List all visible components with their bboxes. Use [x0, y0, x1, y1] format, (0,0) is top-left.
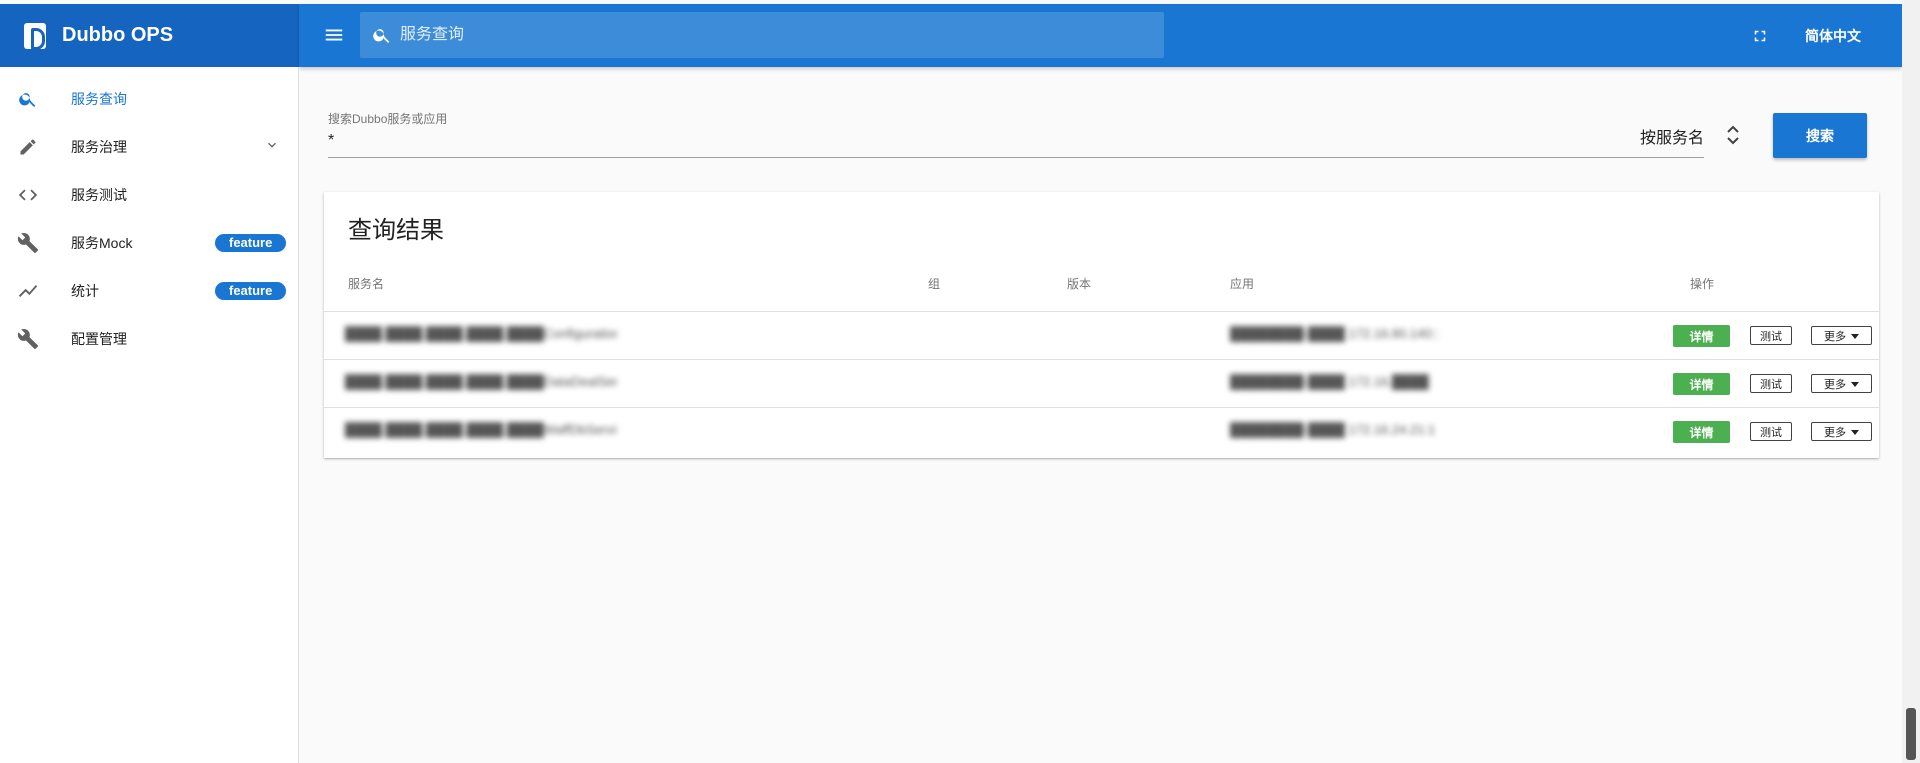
- language-button[interactable]: 简体中文: [1805, 26, 1861, 46]
- feature-badge: feature: [215, 282, 287, 300]
- sidebar-item-config-management[interactable]: 配置管理: [0, 315, 299, 363]
- results-card: 查询结果 服务名 组 版本 应用 操作 ████.████.████.████.…: [324, 192, 1879, 458]
- column-header-version[interactable]: 版本: [1067, 275, 1091, 292]
- sidebar-item-service-governance[interactable]: 服务治理: [0, 123, 299, 171]
- search-button[interactable]: 搜索: [1773, 113, 1867, 158]
- detail-button[interactable]: 详情: [1673, 373, 1730, 395]
- service-name-cell: ████.████.████.████.████ConfigurationTas…: [345, 326, 617, 341]
- unfold-icon[interactable]: [1726, 123, 1740, 147]
- table-row: ████.████.████.████.████ConfigurationTas…: [324, 312, 1879, 360]
- top-bar: Dubbo OPS 简体中文: [0, 0, 1902, 67]
- sidebar-item-label: 配置管理: [71, 331, 127, 347]
- search-icon: [373, 29, 390, 43]
- caret-down-icon: [1851, 430, 1859, 436]
- app-bar: 简体中文: [299, 4, 1902, 67]
- detail-button[interactable]: 详情: [1673, 421, 1730, 443]
- column-header-service[interactable]: 服务名: [348, 275, 384, 292]
- more-label: 更多: [1824, 330, 1846, 343]
- more-label: 更多: [1824, 378, 1846, 391]
- application-cell[interactable]: ████████-████ 172.16.80.140:1: [1230, 326, 1438, 342]
- column-header-app[interactable]: 应用: [1230, 275, 1254, 292]
- sidebar-item-label: 服务Mock: [71, 235, 133, 251]
- table-row: ████.████.████.████.████WaffDbService ██…: [324, 408, 1879, 456]
- service-name-cell: ████.████.████.████.████WaffDbService: [345, 422, 617, 437]
- application-cell[interactable]: ████████-████ 172.16.████: [1230, 374, 1438, 390]
- caret-down-icon: [1851, 382, 1859, 388]
- sidebar-item-service-test[interactable]: 服务测试: [0, 171, 299, 219]
- service-name-cell: ████.████.████.████.████DataDealService: [345, 374, 617, 389]
- scrollbar-thumb[interactable]: [1906, 708, 1916, 760]
- search-field-label: 搜索Dubbo服务或应用: [328, 112, 448, 126]
- dubbo-logo-icon: [24, 22, 46, 50]
- caret-down-icon: [1851, 334, 1859, 340]
- chevron-down-icon[interactable]: [264, 137, 280, 158]
- header-search[interactable]: [360, 12, 1164, 58]
- pencil-icon: [16, 135, 40, 159]
- column-header-actions: 操作: [1690, 277, 1715, 291]
- more-dropdown-button[interactable]: 更多: [1811, 374, 1872, 393]
- trending-icon: [16, 279, 40, 303]
- more-dropdown-button[interactable]: 更多: [1811, 326, 1872, 345]
- sidebar-item-label: 统计: [71, 283, 99, 299]
- table-row: ████.████.████.████.████DataDealService …: [324, 360, 1879, 408]
- sidebar-item-label: 服务测试: [71, 187, 127, 203]
- test-button[interactable]: 测试: [1750, 326, 1792, 345]
- test-button[interactable]: 测试: [1750, 374, 1792, 393]
- wrench-icon: [16, 231, 40, 255]
- application-cell[interactable]: ████████-████ 172.16.24.21:1: [1230, 422, 1438, 438]
- sidebar-item-service-query[interactable]: 服务查询: [0, 75, 299, 123]
- brand[interactable]: Dubbo OPS: [0, 4, 299, 67]
- sidebar: 服务查询 服务治理 服务测试 服务Mock feature 统计 feature: [0, 67, 299, 763]
- feature-badge: feature: [215, 234, 287, 252]
- menu-icon[interactable]: [323, 24, 345, 46]
- more-label: 更多: [1824, 426, 1846, 439]
- search-icon: [16, 87, 40, 111]
- page-scrollbar[interactable]: [1902, 0, 1920, 763]
- sidebar-item-label: 服务治理: [71, 139, 127, 155]
- wrench-icon: [16, 327, 40, 351]
- service-search-input[interactable]: [328, 128, 1704, 158]
- fullscreen-icon[interactable]: [1751, 27, 1769, 45]
- sidebar-item-service-mock[interactable]: 服务Mock feature: [0, 219, 299, 267]
- results-title: 查询结果: [348, 217, 444, 244]
- detail-button[interactable]: 详情: [1673, 325, 1730, 347]
- column-header-group[interactable]: 组: [928, 275, 940, 292]
- header-search-input[interactable]: [400, 26, 1140, 44]
- test-button[interactable]: 测试: [1750, 422, 1792, 441]
- sidebar-item-label: 服务查询: [71, 91, 127, 107]
- sidebar-item-statistics[interactable]: 统计 feature: [0, 267, 299, 315]
- app-title: Dubbo OPS: [62, 24, 174, 46]
- search-type-select[interactable]: 按服务名: [1640, 124, 1704, 148]
- more-dropdown-button[interactable]: 更多: [1811, 422, 1872, 441]
- code-icon: [16, 183, 40, 207]
